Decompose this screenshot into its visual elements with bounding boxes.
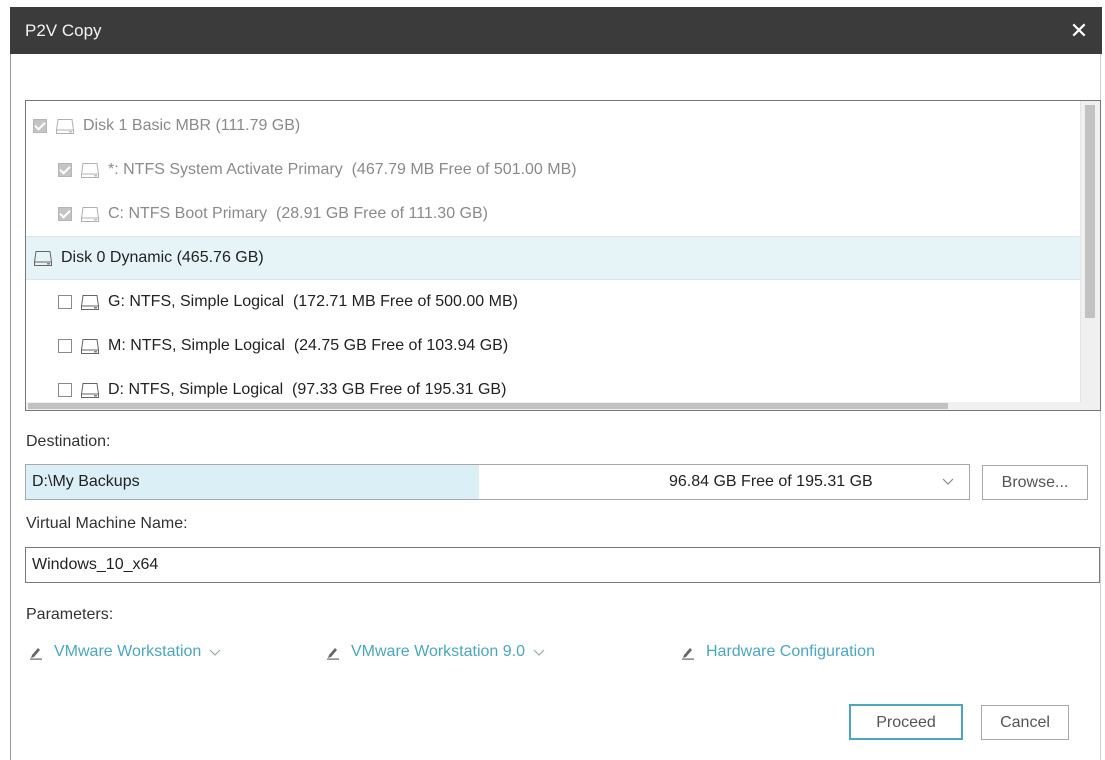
- destination-path: D:\My Backups: [32, 473, 140, 490]
- disk-icon: [80, 338, 100, 354]
- destination-free-space: 96.84 GB Free of 195.31 GB: [669, 473, 873, 490]
- frame-border-left: [10, 54, 11, 760]
- vm-product-label: VMware Workstation: [54, 643, 202, 660]
- vm-version-dropdown[interactable]: VMware Workstation 9.0: [325, 640, 545, 664]
- disk-icon: [33, 250, 53, 266]
- vm-name-label: Virtual Machine Name:: [26, 515, 188, 532]
- partition-row[interactable]: M: NTFS, Simple Logical (24.75 GB Free o…: [26, 324, 1082, 368]
- chevron-down-icon: [533, 649, 545, 656]
- pencil-icon: [682, 648, 694, 660]
- row-checkbox[interactable]: [58, 383, 72, 397]
- row-checkbox: [58, 207, 72, 221]
- partition-row[interactable]: *: NTFS System Activate Primary (467.79 …: [26, 148, 1082, 192]
- hardware-configuration-label: Hardware Configuration: [706, 643, 875, 660]
- horizontal-scrollbar-thumb[interactable]: [28, 403, 948, 409]
- disk-row[interactable]: Disk 0 Dynamic (465.76 GB): [26, 236, 1082, 280]
- destination-label: Destination:: [26, 433, 111, 450]
- row-label: Disk 1 Basic MBR (111.79 GB): [83, 117, 301, 134]
- disk-tree: Disk 1 Basic MBR (111.79 GB) *: NTFS Syst…: [25, 100, 1101, 411]
- pencil-icon: [30, 648, 42, 660]
- disk-icon: [55, 118, 75, 134]
- proceed-button[interactable]: Proceed: [849, 704, 963, 740]
- row-checkbox: [33, 119, 47, 133]
- hardware-configuration-link[interactable]: Hardware Configuration: [680, 640, 875, 664]
- partition-row[interactable]: G: NTFS, Simple Logical (172.71 MB Free …: [26, 280, 1082, 324]
- parameters-label: Parameters:: [26, 606, 114, 623]
- vertical-scrollbar-thumb[interactable]: [1085, 105, 1095, 318]
- disk-icon: [80, 382, 100, 398]
- disk-icon: [80, 162, 100, 178]
- partition-row[interactable]: C: NTFS Boot Primary (28.91 GB Free of 1…: [26, 192, 1082, 236]
- row-label: M: NTFS, Simple Logical (24.75 GB Free o…: [108, 337, 509, 354]
- vm-product-dropdown[interactable]: VMware Workstation: [28, 640, 221, 664]
- disk-icon: [80, 294, 100, 310]
- vertical-scrollbar[interactable]: [1080, 101, 1100, 410]
- vm-name-input[interactable]: [25, 547, 1100, 583]
- vm-version-label: VMware Workstation 9.0: [351, 643, 525, 660]
- row-label: D: NTFS, Simple Logical (97.33 GB Free o…: [108, 381, 507, 398]
- disk-icon: [80, 206, 100, 222]
- row-label: *: NTFS System Activate Primary (467.79 …: [108, 161, 577, 178]
- row-label: C: NTFS Boot Primary (28.91 GB Free of 1…: [108, 205, 488, 222]
- chevron-down-icon[interactable]: [941, 474, 955, 488]
- dialog-title: P2V Copy: [25, 21, 102, 40]
- close-icon: ✕: [1069, 18, 1089, 43]
- close-button[interactable]: ✕: [1066, 18, 1092, 44]
- disk-row[interactable]: Disk 1 Basic MBR (111.79 GB): [26, 104, 1082, 148]
- row-label: Disk 0 Dynamic (465.76 GB): [61, 249, 264, 266]
- row-checkbox: [58, 163, 72, 177]
- destination-combobox[interactable]: D:\My Backups 96.84 GB Free of 195.31 GB: [25, 464, 970, 500]
- chevron-down-icon: [209, 649, 221, 656]
- row-checkbox[interactable]: [58, 339, 72, 353]
- p2v-copy-dialog: P2V Copy ✕ Disk 1 Basic MBR (111.79 GB) *…: [0, 0, 1105, 760]
- title-bar[interactable]: P2V Copy ✕: [10, 7, 1102, 54]
- horizontal-scrollbar[interactable]: [26, 402, 1082, 410]
- cancel-button[interactable]: Cancel: [981, 705, 1069, 740]
- row-checkbox[interactable]: [58, 295, 72, 309]
- pencil-icon: [327, 648, 339, 660]
- row-label: G: NTFS, Simple Logical (172.71 MB Free …: [108, 293, 518, 310]
- browse-button[interactable]: Browse...: [982, 465, 1088, 500]
